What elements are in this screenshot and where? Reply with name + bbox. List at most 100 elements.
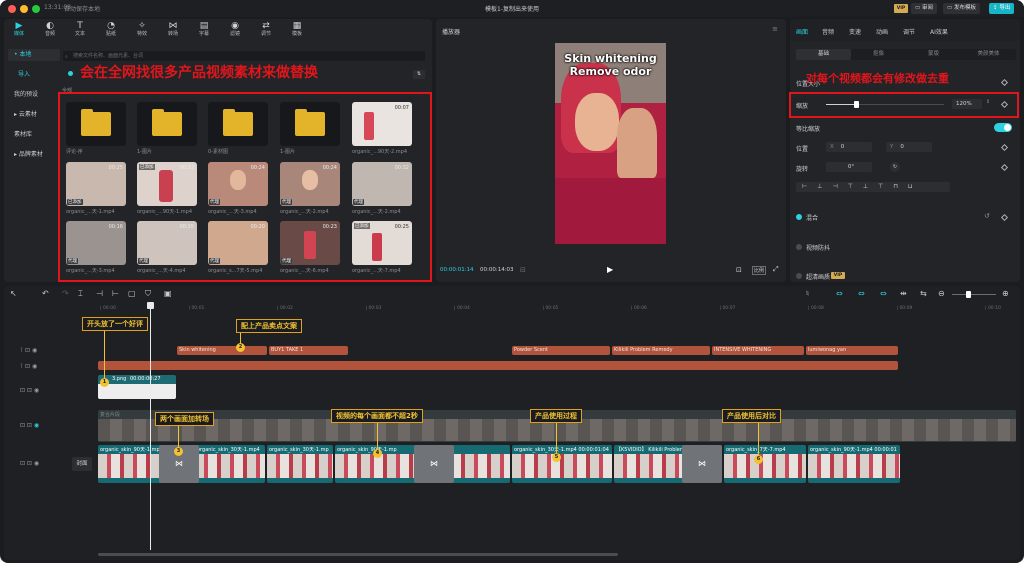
export-button[interactable]: ⇪ 导出 xyxy=(989,3,1015,14)
sidebar-item-cloud[interactable]: ▸ 云素材 xyxy=(8,109,60,121)
tab-captions[interactable]: ▤ 字幕 xyxy=(193,21,215,38)
zoom-out-icon[interactable]: ⊖ xyxy=(938,289,945,298)
tab-filters[interactable]: ◉ 滤镜 xyxy=(224,21,246,38)
fit-icon[interactable]: ⇆ xyxy=(920,289,927,298)
rotate-icon[interactable]: ↻ xyxy=(890,162,900,172)
media-annotation-text: 会在全网找很多产品视频素材来做替换 xyxy=(80,65,318,81)
uniform-scale-toggle[interactable] xyxy=(994,123,1012,132)
split-left-icon[interactable]: ⊣ xyxy=(96,289,103,298)
image-icon[interactable]: ▣ xyxy=(164,289,172,298)
video-clip[interactable]: organic_skin_30天-1.mp xyxy=(267,445,333,483)
text-clip[interactable]: lumiwonag yan xyxy=(806,346,898,355)
position-y-input[interactable]: Y 0 xyxy=(886,142,932,152)
timeline-view-icon[interactable]: ⊟ xyxy=(520,266,526,274)
prop-tab-ai-effects[interactable]: AI效果 xyxy=(930,27,948,36)
publish-template-button[interactable]: ▭ 发布模板 xyxy=(943,3,980,14)
text-clip[interactable]: BUY1 TAKE 1 xyxy=(269,346,348,355)
rotation-input[interactable]: 0° xyxy=(826,162,872,172)
prop-tab-speed[interactable]: 变速 xyxy=(849,27,861,36)
sidebar-item-import[interactable]: 导入 xyxy=(8,69,60,81)
video-clip[interactable]: organic_skin_90天-1.mp4 00:00:01 xyxy=(808,445,900,483)
text-clip-long[interactable] xyxy=(98,361,898,370)
media-search-input[interactable]: 搜索文件名称、画面元素、台词 xyxy=(63,51,425,61)
prop-tab-video[interactable]: 画面 xyxy=(796,27,808,36)
effects-icon: ✧ xyxy=(138,21,146,31)
subtab-beauty[interactable]: 美颜美体 xyxy=(961,49,1016,60)
play-button[interactable]: ▶ xyxy=(607,265,613,274)
ratio-button[interactable]: 比例 xyxy=(752,266,767,275)
split-right-icon[interactable]: ⊢ xyxy=(112,289,119,298)
preview-caption-line1: Skin whitening xyxy=(564,52,657,65)
preview-axis-icon[interactable]: ⇔ xyxy=(880,289,887,298)
tab-transitions[interactable]: ⋈ 转场 xyxy=(162,21,184,38)
cover-button[interactable]: 封面 xyxy=(72,457,92,471)
preview-caption-line2: Remove odor xyxy=(569,65,652,78)
prop-tab-adjust[interactable]: 调节 xyxy=(903,27,915,36)
microphone-icon[interactable]: ♮ xyxy=(806,289,809,298)
position-x-input[interactable]: X 0 xyxy=(826,142,872,152)
sidebar-item-brand[interactable]: ▸ 品牌素材 xyxy=(8,149,60,161)
link-icon[interactable]: ⇔ xyxy=(858,289,865,298)
tab-audio[interactable]: ◐ 音频 xyxy=(39,21,61,38)
ruler-tick-label: | 00:08 xyxy=(808,306,824,311)
image-clip[interactable]: 3.png 00:00:00:27 xyxy=(98,375,176,399)
video-clip[interactable]: organic_skin_30天-1.mp4 00:00:01:04 xyxy=(512,445,612,483)
zoom-slider-handle[interactable] xyxy=(966,291,971,298)
marker-icon[interactable]: ⛉ xyxy=(145,289,151,299)
fullscreen-icon[interactable]: ⤢ xyxy=(773,265,779,274)
text-clip[interactable]: Skin whitening xyxy=(177,346,267,355)
tab-adjust[interactable]: ⇄ 调节 xyxy=(255,21,277,38)
snap-icon[interactable]: ⇔ xyxy=(836,289,843,298)
track-lock-icon[interactable]: ⊡ ⊡ ◉ xyxy=(20,422,39,429)
subtab-basic[interactable]: 基础 xyxy=(796,49,851,60)
vip-badge[interactable]: VIP xyxy=(894,4,908,13)
track-lock-icon[interactable]: ⊡ ⊡ ◉ xyxy=(20,460,39,467)
delete-icon[interactable]: ▢ xyxy=(128,289,136,298)
player-menu-icon[interactable]: ≡ xyxy=(772,25,778,33)
stabilize-checkbox[interactable] xyxy=(796,244,802,250)
review-button[interactable]: ▭ 审阅 xyxy=(911,3,937,14)
redo-icon[interactable]: ↷ xyxy=(62,289,69,298)
split-icon[interactable]: ⌶ xyxy=(78,289,83,299)
subtab-mask[interactable]: 蒙版 xyxy=(906,49,961,60)
tab-text[interactable]: T 文本 xyxy=(69,21,91,38)
video-clip[interactable]: organic_skin_30天-1.mp4 xyxy=(195,445,265,483)
reset-icon[interactable]: ↺ xyxy=(984,212,990,220)
zoom-slider-track[interactable] xyxy=(952,294,996,295)
video-clip[interactable]: organic_skin_7天-7.mp4 xyxy=(724,445,806,483)
tab-stickers[interactable]: ◔ 贴纸 xyxy=(100,21,122,38)
text-clip[interactable]: Kilikili Problem Remedy xyxy=(612,346,710,355)
app-window: 13:31:08 自动保存本地 模板1-复制出来使用 VIP ▭ 审阅 ▭ 发布… xyxy=(0,0,1024,563)
tab-effects[interactable]: ✧ 特效 xyxy=(131,21,153,38)
transition-icon[interactable]: ⋈ xyxy=(682,445,722,483)
playhead-handle[interactable] xyxy=(147,302,154,309)
tab-templates[interactable]: ▦ 模板 xyxy=(286,21,308,38)
align-buttons[interactable]: ⊢⊥⊣⊤⊥⊤⊓⊔ xyxy=(796,182,950,192)
title-bar: 13:31:08 自动保存本地 模板1-复制出来使用 VIP ▭ 审阅 ▭ 发布… xyxy=(0,0,1024,17)
subtab-matting[interactable]: 抠像 xyxy=(851,49,906,60)
hd-checkbox[interactable] xyxy=(796,273,802,279)
track-lock-icon[interactable]: ⊺ ⊡ ◉ xyxy=(20,347,37,354)
sidebar-item-library[interactable]: 素材库 xyxy=(8,129,60,141)
track-lock-icon[interactable]: ⊡ ⊡ ◉ xyxy=(20,387,39,394)
sort-icon[interactable]: ⇅ xyxy=(413,70,425,79)
ruler-tick-label: | 00:10 xyxy=(985,306,1001,311)
timeline-scrollbar[interactable] xyxy=(98,553,618,556)
select-tool-icon[interactable]: ↖ xyxy=(10,289,17,298)
zoom-in-icon[interactable]: ⊕ xyxy=(1002,289,1009,298)
track-lock-icon[interactable]: ⊺ ⊡ ◉ xyxy=(20,363,37,370)
sidebar-item-my-presets[interactable]: 我的预设 xyxy=(8,89,60,101)
sidebar-item-local[interactable]: • 本地 xyxy=(8,49,60,61)
prop-tab-animation[interactable]: 动画 xyxy=(876,27,888,36)
crop-icon[interactable]: ⊡ xyxy=(736,266,742,274)
prop-tab-audio[interactable]: 音频 xyxy=(822,27,834,36)
blend-checkbox[interactable] xyxy=(796,214,802,220)
playhead[interactable] xyxy=(150,304,151,550)
undo-icon[interactable]: ↶ xyxy=(42,289,49,298)
transition-icon[interactable]: ⋈ xyxy=(414,445,454,483)
tab-media[interactable]: ▶ 媒体 xyxy=(8,21,30,38)
text-clip[interactable]: INTENSIVE WHITENING xyxy=(712,346,804,355)
align-track-icon[interactable]: ⇹ xyxy=(900,289,907,298)
annotation-good-review: 开头放了一个好评 xyxy=(82,317,148,331)
text-clip[interactable]: Powder Scent xyxy=(512,346,610,355)
